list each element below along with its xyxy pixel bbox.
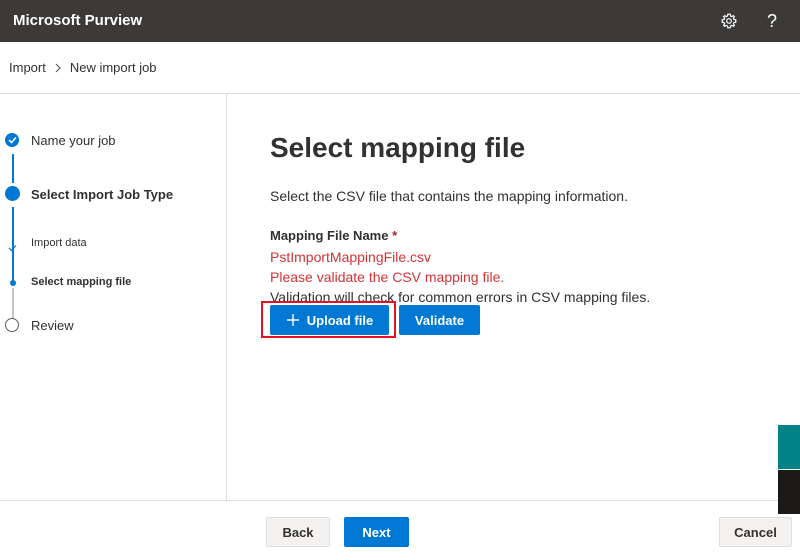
substep-import-data[interactable]: Import data bbox=[31, 237, 87, 249]
step-select-import-job-type[interactable]: Select Import Job Type bbox=[31, 187, 173, 202]
plus-icon bbox=[286, 314, 299, 326]
step-connector bbox=[12, 288, 14, 318]
step-active-icon bbox=[5, 186, 20, 201]
gear-icon bbox=[721, 13, 737, 29]
step-name-your-job[interactable]: Name your job bbox=[31, 133, 116, 148]
side-help-tab[interactable] bbox=[778, 425, 800, 469]
back-button[interactable]: Back bbox=[266, 517, 330, 547]
substep-select-mapping-file[interactable]: Select mapping file bbox=[31, 276, 131, 288]
settings-button[interactable] bbox=[714, 0, 744, 42]
next-button[interactable]: Next bbox=[344, 517, 409, 547]
chevron-right-icon bbox=[54, 63, 62, 73]
upload-file-button[interactable]: Upload file bbox=[270, 305, 389, 335]
cancel-label: Cancel bbox=[734, 524, 777, 540]
page-title: Select mapping file bbox=[270, 132, 526, 163]
field-label: Mapping File Name * bbox=[270, 228, 397, 243]
back-label: Back bbox=[282, 524, 314, 540]
field-label-text: Mapping File Name bbox=[270, 228, 389, 243]
step-review[interactable]: Review bbox=[31, 318, 74, 333]
step-completed-icon bbox=[5, 133, 19, 147]
mapping-file-name: PstImportMappingFile.csv bbox=[270, 249, 432, 265]
validate-label: Validate bbox=[414, 312, 465, 328]
wizard-steps: Name your job Select Import Job Type Imp… bbox=[0, 94, 227, 500]
page-description: Select the CSV file that contains the ma… bbox=[270, 188, 628, 204]
breadcrumb-current: New import job bbox=[69, 60, 157, 75]
app-title[interactable]: Microsoft Purview bbox=[13, 12, 142, 29]
cancel-button[interactable]: Cancel bbox=[719, 517, 792, 547]
main-content: Select mapping file Select the CSV file … bbox=[227, 94, 800, 500]
check-icon bbox=[7, 136, 17, 144]
step-connector bbox=[12, 154, 14, 183]
substep-active-dot-icon bbox=[10, 280, 16, 286]
help-icon: ? bbox=[766, 10, 777, 31]
validate-button[interactable]: Validate bbox=[399, 305, 480, 335]
help-button[interactable]: ? bbox=[757, 0, 787, 42]
side-feedback-tab[interactable] bbox=[778, 470, 800, 514]
substep-check-icon bbox=[8, 239, 17, 257]
upload-file-label: Upload file bbox=[306, 312, 374, 328]
breadcrumb-import[interactable]: Import bbox=[9, 60, 46, 75]
next-label: Next bbox=[362, 524, 391, 540]
breadcrumb: Import New import job bbox=[0, 42, 800, 94]
required-mark: * bbox=[392, 228, 398, 243]
top-bar: Microsoft Purview ? bbox=[0, 0, 800, 42]
step-pending-icon bbox=[5, 318, 19, 332]
validation-warning: Please validate the CSV mapping file. bbox=[270, 269, 505, 285]
